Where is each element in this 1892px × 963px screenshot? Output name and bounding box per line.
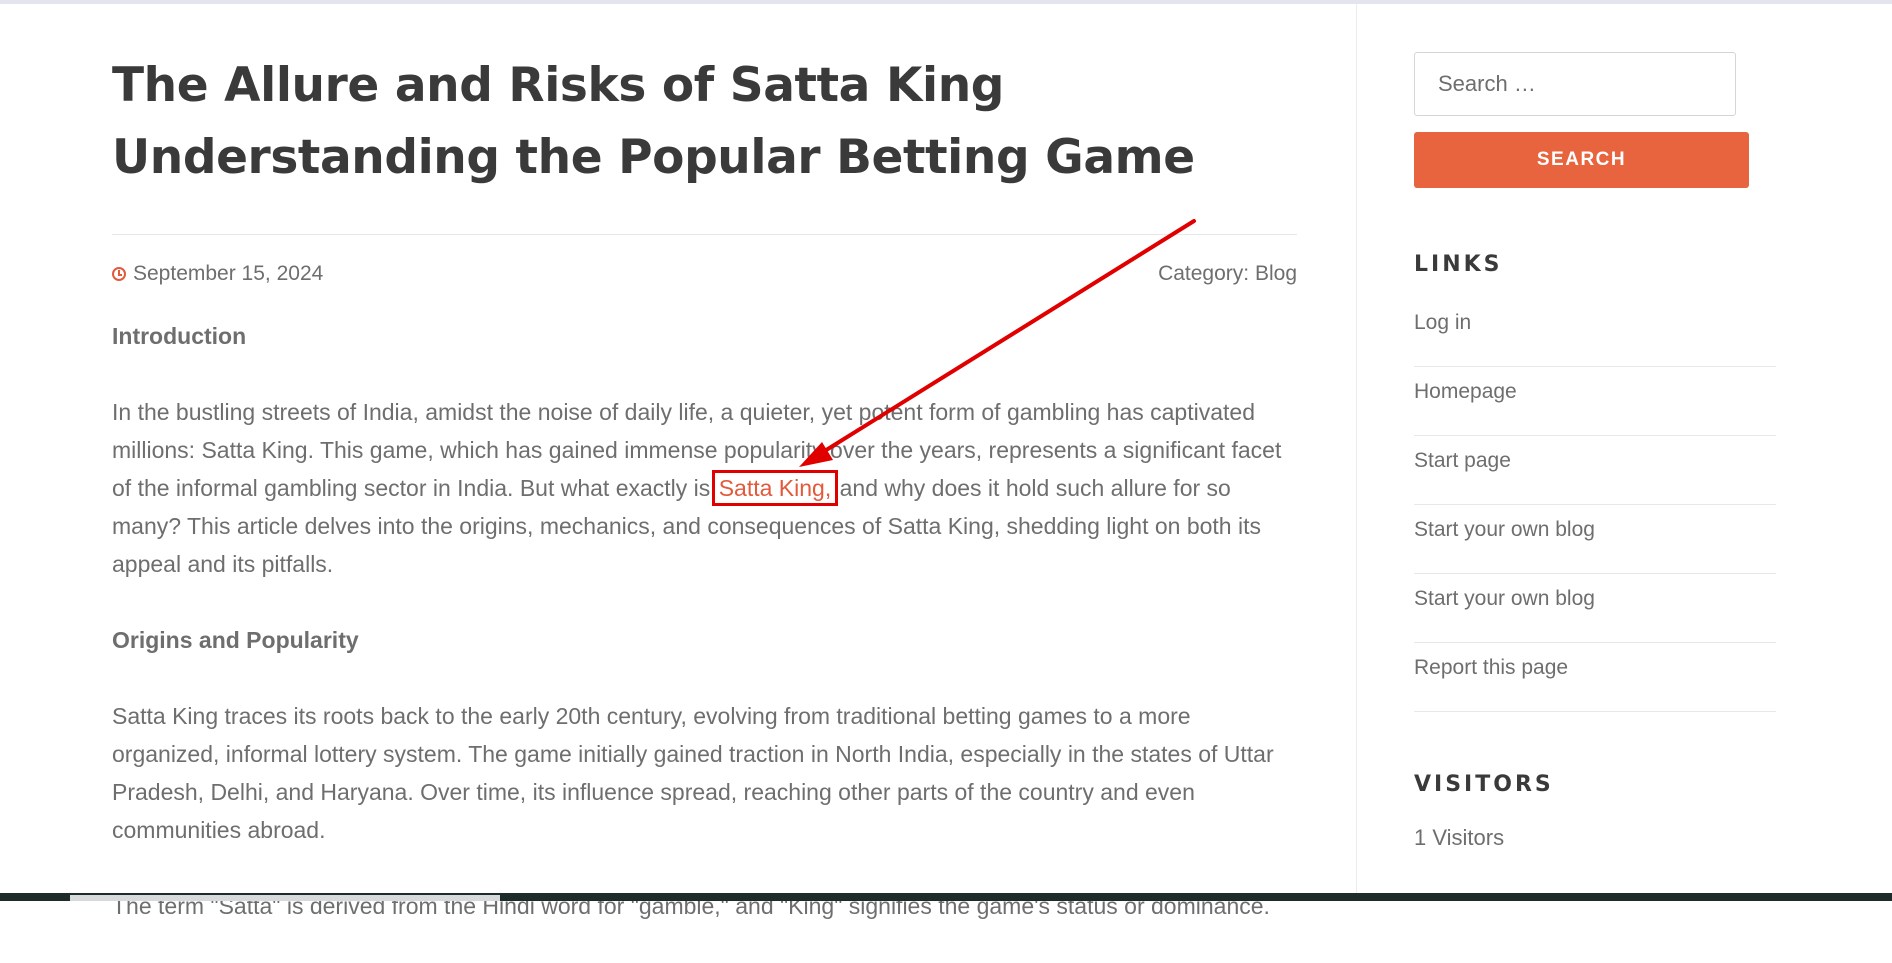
post-article: The Allure and Risks of Satta King Under… [112,50,1297,963]
category-label: Category: [1158,262,1250,285]
visitors-widget-title: VISITORS [1414,772,1554,797]
origins-paragraph: Satta King traces its roots back to the … [112,703,1274,843]
search-input[interactable] [1414,52,1736,116]
links-list: Log in Homepage Start page Start your ow… [1414,299,1776,712]
link-log-in[interactable]: Log in [1414,311,1471,334]
intro-heading: Introduction [112,323,247,349]
list-item: Homepage [1414,368,1776,436]
link-start-page[interactable]: Start page [1414,449,1511,472]
link-start-your-own-blog[interactable]: Start your own blog [1414,518,1595,541]
post-date: September 15, 2024 [112,262,323,286]
intro-paragraph: In the bustling streets of India, amidst… [112,393,1297,583]
category-link[interactable]: Blog [1255,262,1297,285]
post-content: Introduction In the bustling streets of … [112,317,1297,925]
list-item: Start page [1414,437,1776,505]
visitors-count: 1 Visitors [1414,825,1505,850]
bottom-tab [70,895,500,901]
link-start-your-own-blog-2[interactable]: Start your own blog [1414,587,1595,610]
list-item: Start your own blog [1414,575,1776,643]
title-divider [112,234,1297,235]
post-category: Category: Blog [1158,262,1297,286]
post-title: The Allure and Risks of Satta King Under… [112,58,1195,185]
search-button[interactable]: SEARCH [1414,132,1749,188]
clock-icon [112,267,126,281]
link-homepage[interactable]: Homepage [1414,380,1517,403]
satta-king-link[interactable]: Satta King, [711,470,839,506]
origins-heading: Origins and Popularity [112,627,359,653]
post-meta: September 15, 2024 Category: Blog [112,262,1297,292]
top-border [0,0,1892,4]
post-date-text: September 15, 2024 [133,262,324,285]
list-item: Start your own blog [1414,506,1776,574]
links-widget-title: LINKS [1414,252,1503,277]
sidebar-divider [1356,4,1357,901]
link-report-page[interactable]: Report this page [1414,656,1568,679]
list-item: Log in [1414,299,1776,367]
sidebar: SEARCH LINKS Log in Homepage Start page … [1414,52,1776,851]
list-item: Report this page [1414,644,1776,712]
